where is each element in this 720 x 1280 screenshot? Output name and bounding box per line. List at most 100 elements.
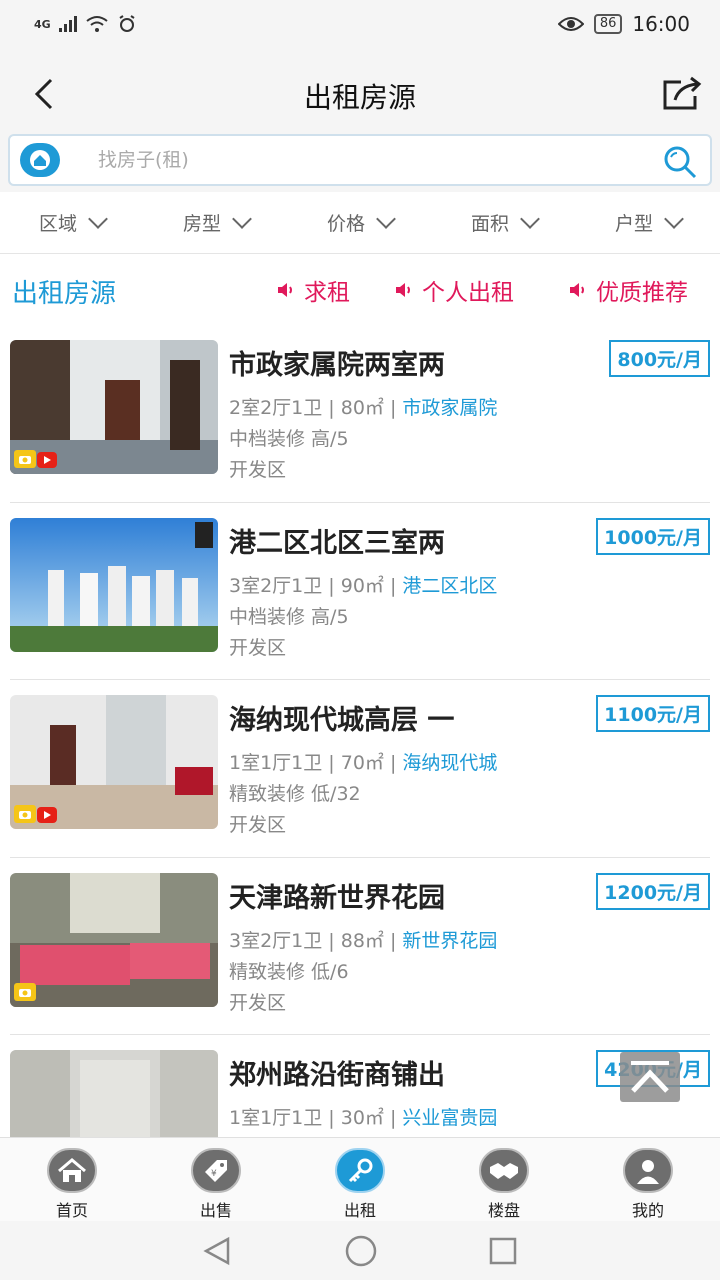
nav-label: 我的 xyxy=(631,1201,664,1220)
page-title: 出租房源 xyxy=(303,81,416,114)
alarm-icon xyxy=(119,15,135,32)
listing-size: 90㎡ xyxy=(340,574,384,597)
speaker-icon xyxy=(278,283,292,297)
listing-specs: 1室1厅1卫 | 30㎡ | 兴业富贵园 xyxy=(229,1107,498,1129)
listing-list: 市政家属院两室两 800元/月 2室2厅1卫 | 80㎡ | 市政家属院 中档装… xyxy=(0,325,720,1137)
listing-title: 市政家属院两室两 xyxy=(229,350,445,381)
listing-size: 80㎡ xyxy=(340,397,384,419)
listing-price: 1200元/月 xyxy=(596,872,710,910)
listing-specs: 2室2厅1卫 | 80㎡ | 市政家属院 xyxy=(229,397,498,419)
listing-decoration: 中档装修 高/5 xyxy=(229,428,349,450)
listing-decoration: 中档装修 高/5 xyxy=(229,605,349,628)
speaker-icon xyxy=(396,283,410,297)
listing-district: 开发区 xyxy=(229,636,287,659)
handshake-icon xyxy=(479,1148,529,1193)
wifi-icon xyxy=(86,16,108,32)
nav-rent[interactable]: 出租 xyxy=(288,1138,432,1221)
listing-size: 88㎡ xyxy=(340,929,384,952)
listing-photo xyxy=(10,1050,218,1137)
listing-price: 1000元/月 xyxy=(596,517,710,555)
video-icon xyxy=(37,452,57,468)
listing-photo xyxy=(10,517,218,652)
listing-layout: 3室2厅1卫 xyxy=(229,574,323,597)
listing-decoration: 精致装修 低/6 xyxy=(229,960,349,983)
listing-title: 天津路新世界花园 xyxy=(229,882,445,914)
listing-estate[interactable]: 港二区北区 xyxy=(402,575,497,597)
camera-icon xyxy=(14,450,36,468)
filter-label: 区域 xyxy=(38,213,77,235)
listing-estate[interactable]: 海纳现代城 xyxy=(402,752,497,774)
share-icon xyxy=(663,76,702,110)
link-label: 求租 xyxy=(304,280,350,306)
link-personal-rent[interactable]: 个人出租 xyxy=(394,273,514,307)
chevron-down-icon xyxy=(664,208,684,229)
house-search-icon xyxy=(20,143,60,177)
list-item[interactable]: 市政家属院两室两 800元/月 2室2厅1卫 | 80㎡ | 市政家属院 中档装… xyxy=(10,325,710,503)
arrow-up-icon xyxy=(631,1061,669,1093)
link-wanted-rent[interactable]: 求租 xyxy=(276,273,350,307)
listing-district: 开发区 xyxy=(229,814,287,836)
listing-title: 港二区北区三室两 xyxy=(229,527,445,559)
nav-sale[interactable]: ¥ 出售 xyxy=(144,1138,288,1221)
listing-estate[interactable]: 兴业富贵园 xyxy=(402,1107,497,1129)
search-icon[interactable] xyxy=(660,142,700,182)
signal-icon xyxy=(58,16,77,32)
list-item[interactable]: 海纳现代城高层 一 1100元/月 1室1厅1卫 | 70㎡ | 海纳现代城 精… xyxy=(10,680,710,858)
system-recents-icon[interactable] xyxy=(488,1236,518,1266)
listing-layout: 1室1厅1卫 xyxy=(229,752,323,774)
nav-label: 楼盘 xyxy=(487,1201,520,1220)
system-home-icon[interactable] xyxy=(344,1234,378,1268)
listing-specs: 1室1厅1卫 | 70㎡ | 海纳现代城 xyxy=(229,752,498,774)
system-back-icon[interactable] xyxy=(202,1235,234,1267)
filter-price[interactable]: 价格 xyxy=(288,192,432,253)
listing-layout: 1室1厅1卫 xyxy=(229,1107,323,1129)
list-item[interactable]: 港二区北区三室两 1000元/月 3室2厅1卫 | 90㎡ | 港二区北区 中档… xyxy=(10,503,710,680)
listing-photo xyxy=(10,695,218,829)
listing-estate[interactable]: 市政家属院 xyxy=(402,397,497,419)
filter-bar: 区域 房型 价格 面积 户型 xyxy=(0,192,720,254)
network-type: 4G xyxy=(34,17,51,31)
listing-district: 开发区 xyxy=(229,991,287,1014)
filter-room-type[interactable]: 房型 xyxy=(144,192,288,253)
app-header: 出租房源 xyxy=(0,56,720,132)
section-header: 出租房源 求租 个人出租 优质推荐 xyxy=(0,255,720,325)
listing-price: 1100元/月 xyxy=(596,695,710,732)
system-navigation xyxy=(0,1221,720,1280)
nav-label: 首页 xyxy=(55,1201,88,1220)
clock: 16:00 xyxy=(632,12,690,36)
share-button[interactable] xyxy=(658,70,706,118)
speaker-icon xyxy=(570,283,584,297)
list-item[interactable]: 郑州路沿街商铺出 4200元/月 1室1厅1卫 | 30㎡ | 兴业富贵园 xyxy=(10,1035,710,1137)
battery-indicator: 86 xyxy=(593,14,623,34)
home-icon xyxy=(47,1148,97,1193)
listing-title: 郑州路沿街商铺出 xyxy=(229,1060,445,1091)
listing-layout: 2室2厅1卫 xyxy=(229,397,323,419)
listing-title: 海纳现代城高层 一 xyxy=(229,705,455,736)
svg-text:¥: ¥ xyxy=(211,1169,217,1179)
filter-region[interactable]: 区域 xyxy=(0,192,144,253)
search-bar xyxy=(0,132,720,192)
nav-label: 出租 xyxy=(343,1201,376,1220)
filter-label: 价格 xyxy=(326,213,365,235)
search-input[interactable] xyxy=(98,144,638,176)
listing-specs: 3室2厅1卫 | 88㎡ | 新世界花园 xyxy=(229,929,498,952)
nav-buildings[interactable]: 楼盘 xyxy=(432,1138,576,1221)
search-box[interactable] xyxy=(8,134,712,186)
price-tag-icon: ¥ xyxy=(191,1148,241,1193)
list-item[interactable]: 天津路新世界花园 1200元/月 3室2厅1卫 | 88㎡ | 新世界花园 精致… xyxy=(10,858,710,1035)
listing-size: 30㎡ xyxy=(340,1107,384,1129)
filter-label: 面积 xyxy=(470,213,509,235)
nav-home[interactable]: 首页 xyxy=(0,1138,144,1221)
listing-estate[interactable]: 新世界花园 xyxy=(402,930,497,952)
listing-specs: 3室2厅1卫 | 90㎡ | 港二区北区 xyxy=(229,574,498,597)
link-label: 个人出租 xyxy=(422,280,514,306)
bottom-nav: 首页 ¥ 出售 出租 楼盘 我的 xyxy=(0,1137,720,1221)
filter-area[interactable]: 面积 xyxy=(432,192,576,253)
nav-profile[interactable]: 我的 xyxy=(576,1138,720,1221)
link-label: 优质推荐 xyxy=(596,280,688,306)
eye-icon xyxy=(557,17,584,31)
link-recommended[interactable]: 优质推荐 xyxy=(568,273,688,307)
back-to-top-button[interactable] xyxy=(620,1052,680,1102)
filter-layout[interactable]: 户型 xyxy=(576,192,720,253)
user-icon xyxy=(623,1148,673,1193)
